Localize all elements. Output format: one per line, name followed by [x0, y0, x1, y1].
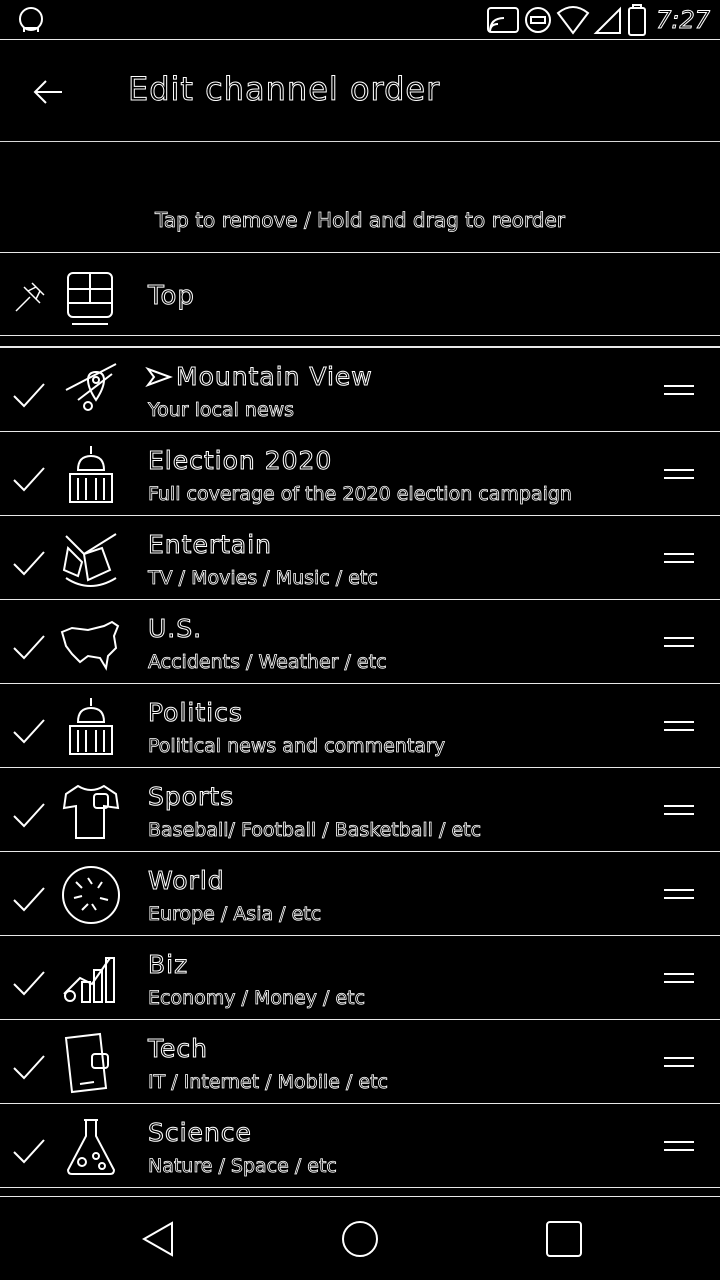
channel-title: Election 2020 [147, 446, 333, 476]
checkmark-icon [10, 626, 50, 666]
drag-handle-icon[interactable] [662, 1136, 696, 1156]
flask-icon [58, 1116, 124, 1178]
status-bar: 7:27 [0, 0, 720, 40]
signal-icon [594, 5, 622, 35]
channel-subtitle: Political news and commentary [148, 735, 446, 758]
bar-chart-icon [58, 948, 124, 1010]
checkmark-icon [10, 962, 50, 1002]
channel-row-science[interactable]: Science Nature / Space / etc [0, 1104, 720, 1188]
channel-title: Politics [148, 698, 243, 728]
channel-title: Tech [148, 1034, 208, 1064]
do-not-disturb-icon [524, 5, 552, 35]
page-title: Edit channel order [127, 70, 441, 109]
pin-icon [10, 277, 50, 317]
channel-row-entertain[interactable]: Entertain TV / Movies / Music / etc [0, 516, 720, 600]
capitol-icon [58, 444, 124, 506]
channel-subtitle: Your local news [148, 399, 295, 422]
channel-row-mountain-view[interactable]: Mountain View Your local news [0, 348, 720, 432]
checkmark-icon [10, 794, 50, 834]
channel-title: Top [148, 281, 195, 312]
channel-subtitle: Nature / Space / etc [148, 1155, 338, 1178]
channel-list: Mountain View Your local news Election 2… [0, 346, 720, 1188]
checkmark-icon [10, 878, 50, 918]
channel-title: Mountain View [176, 362, 373, 392]
recents-square-icon[interactable] [542, 1217, 586, 1261]
location-arrow-icon [146, 367, 172, 387]
drag-handle-icon[interactable] [662, 968, 696, 988]
drag-handle-icon[interactable] [662, 800, 696, 820]
arrow-back-icon[interactable] [28, 72, 68, 112]
checkmark-icon [10, 1046, 50, 1086]
channel-subtitle: Accidents / Weather / etc [148, 651, 387, 674]
clapperboard-icon [58, 528, 124, 590]
app-bar: Edit channel order [0, 40, 720, 142]
channel-title: Science [148, 1118, 252, 1148]
drag-handle-icon[interactable] [662, 884, 696, 904]
channel-subtitle: Baseball/ Football / Basketball / etc [148, 819, 482, 842]
usa-map-icon [58, 612, 124, 674]
channel-title: U.S. [147, 614, 203, 644]
checkmark-icon [10, 374, 50, 414]
cast-icon [486, 5, 520, 35]
newspaper-icon [62, 269, 118, 329]
channel-title: World [148, 866, 225, 896]
channel-subtitle: Full coverage of the 2020 election campa… [148, 483, 573, 506]
drag-handle-icon[interactable] [662, 548, 696, 568]
channel-subtitle: TV / Movies / Music / etc [148, 567, 379, 590]
drag-handle-icon[interactable] [662, 632, 696, 652]
drag-handle-icon[interactable] [662, 464, 696, 484]
channel-subtitle: Economy / Money / etc [148, 987, 366, 1010]
map-pin-icon [58, 360, 124, 422]
channel-subtitle: Europe / Asia / etc [148, 903, 322, 926]
channel-title: Biz [147, 950, 189, 980]
drag-handle-icon[interactable] [662, 380, 696, 400]
wifi-icon [556, 5, 590, 35]
capitol-icon [58, 696, 124, 758]
checkmark-icon [10, 542, 50, 582]
drag-handle-icon[interactable] [662, 716, 696, 736]
clock: 7:27 [656, 6, 711, 35]
battery-icon [626, 4, 648, 36]
channel-row-world[interactable]: World Europe / Asia / etc [0, 852, 720, 936]
system-nav-bar [0, 1196, 720, 1280]
notification-icon [18, 6, 44, 32]
drag-handle-icon[interactable] [662, 1052, 696, 1072]
instruction-text: Tap to remove / Hold and drag to reorder [155, 208, 566, 233]
globe-icon [58, 864, 124, 926]
checkmark-icon [10, 710, 50, 750]
jersey-icon [58, 780, 124, 842]
channel-row-politics[interactable]: Politics Political news and commentary [0, 684, 720, 768]
checkmark-icon [10, 458, 50, 498]
status-icons: 7:27 [486, 4, 710, 36]
back-triangle-icon[interactable] [138, 1217, 182, 1261]
checkmark-icon [10, 1130, 50, 1170]
smartphone-icon [58, 1032, 124, 1094]
channel-row-tech[interactable]: Tech IT / Internet / Mobile / etc [0, 1020, 720, 1104]
channel-row-sports[interactable]: Sports Baseball/ Football / Basketball /… [0, 768, 720, 852]
channel-row-biz[interactable]: Biz Economy / Money / etc [0, 936, 720, 1020]
home-circle-icon[interactable] [338, 1217, 382, 1261]
channel-row-us[interactable]: U.S. Accidents / Weather / etc [0, 600, 720, 684]
channel-title: Sports [147, 782, 235, 812]
channel-subtitle: IT / Internet / Mobile / etc [148, 1071, 389, 1094]
channel-row-top[interactable]: Top [0, 252, 720, 336]
channel-title: Entertain [147, 530, 273, 560]
channel-row-election-2020[interactable]: Election 2020 Full coverage of the 2020 … [0, 432, 720, 516]
